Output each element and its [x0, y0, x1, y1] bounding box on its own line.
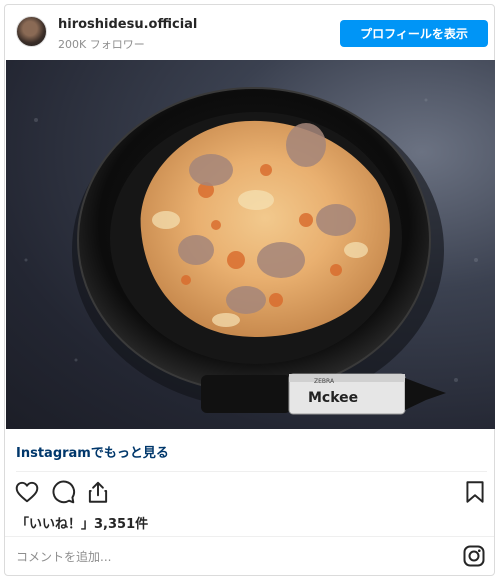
share-icon[interactable] [85, 479, 111, 505]
instagram-logo-icon[interactable] [462, 544, 486, 568]
more-on-instagram-link[interactable]: Instagramでもっと見る [16, 442, 169, 461]
comment-icon[interactable] [50, 479, 76, 505]
post-image[interactable]: ZEBRA Mckee [6, 60, 495, 429]
bookmark-icon[interactable] [462, 479, 488, 505]
post-header: hiroshidesu.official 200K フォロワー プロフィールを表… [5, 5, 494, 59]
marker-brand: ZEBRA [314, 378, 335, 385]
avatar[interactable] [16, 16, 47, 47]
comment-input[interactable] [16, 546, 436, 568]
divider [16, 471, 487, 472]
post-image-illustration: ZEBRA Mckee [24, 87, 478, 415]
username[interactable]: hiroshidesu.official [58, 17, 197, 32]
marker-label: Mckee [308, 390, 358, 406]
divider [5, 536, 494, 537]
follower-count: 200K フォロワー [58, 38, 145, 51]
view-profile-button[interactable]: プロフィールを表示 [340, 20, 488, 47]
instagram-embed-card: hiroshidesu.official 200K フォロワー プロフィールを表… [4, 4, 495, 576]
heart-icon[interactable] [14, 479, 40, 505]
marker-pen: ZEBRA Mckee [201, 373, 446, 415]
like-count[interactable]: 「いいね！」3,351件 [16, 513, 148, 532]
